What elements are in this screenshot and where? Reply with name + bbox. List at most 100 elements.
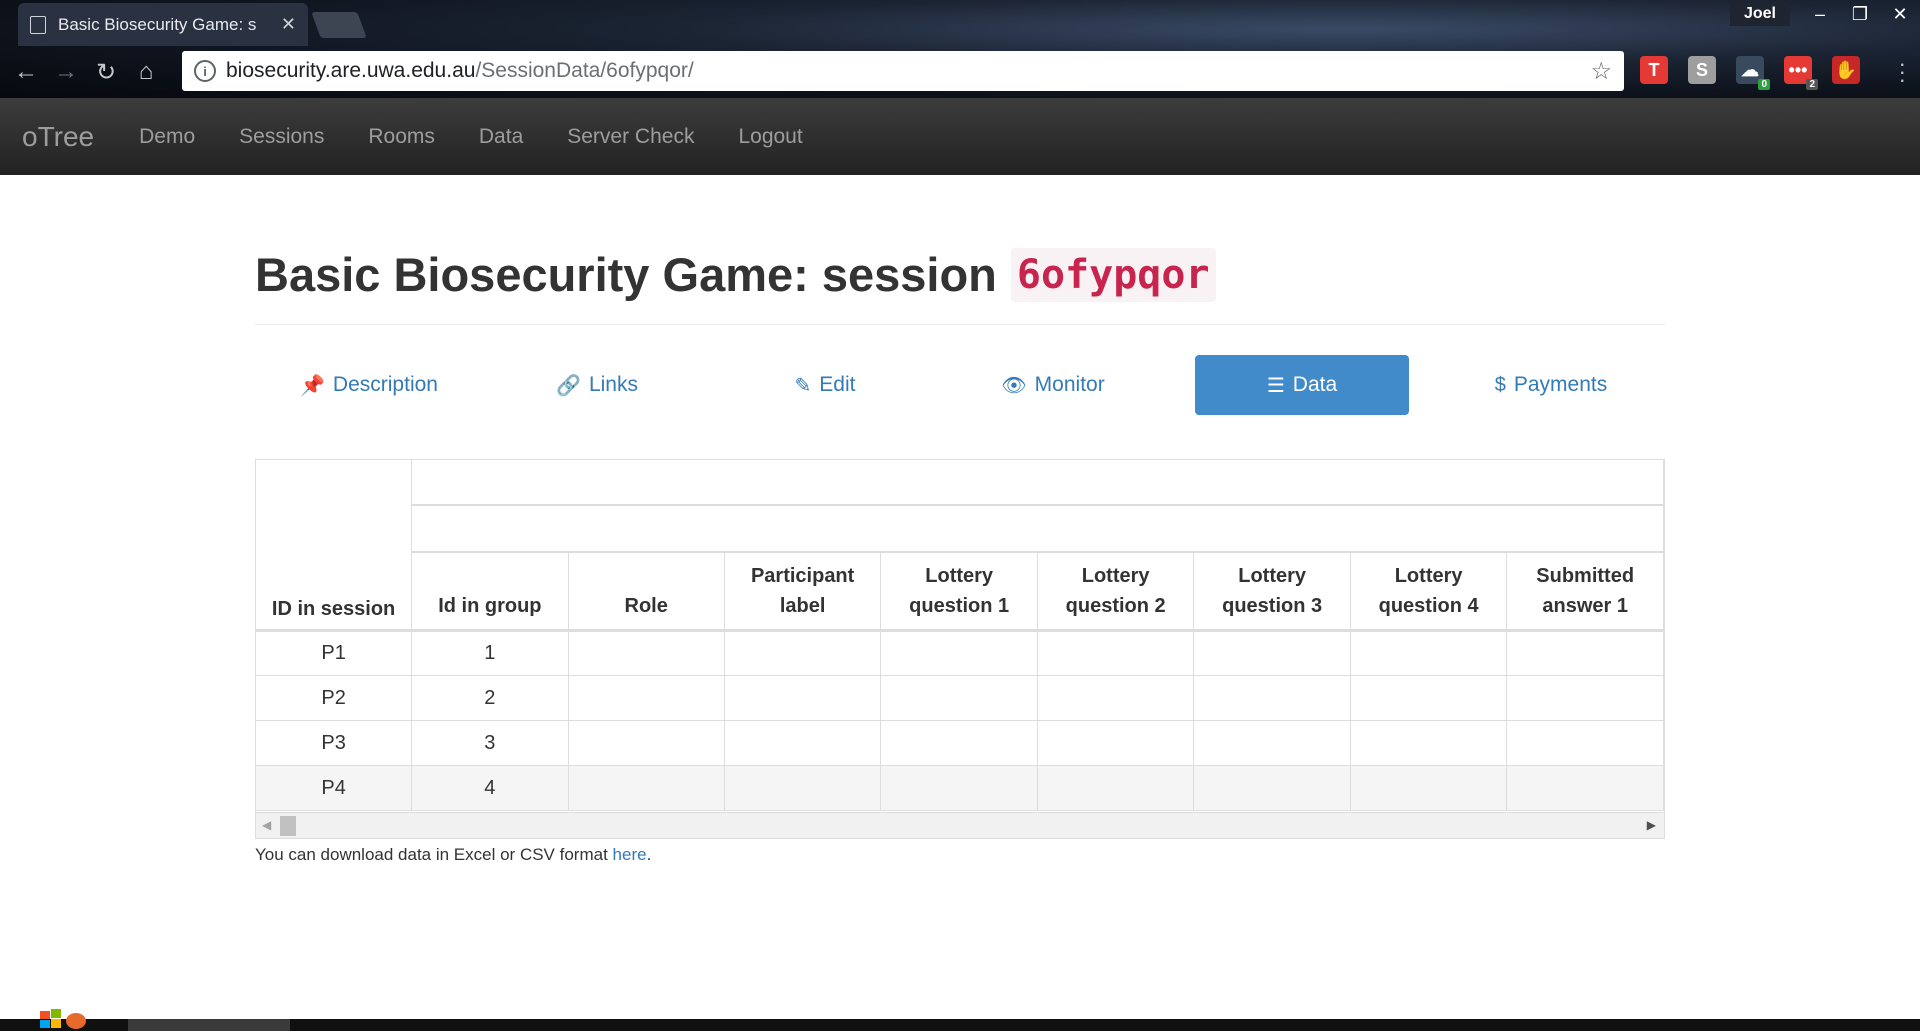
empty-cell	[568, 765, 725, 811]
tab-payments[interactable]: $ Payments	[1437, 355, 1665, 415]
data-table-container: ID in session Id in group Role Participant…	[255, 459, 1665, 839]
divider	[255, 324, 1665, 325]
column-header: Lottery question 2	[1037, 552, 1195, 632]
id-in-group-cell: 3	[411, 720, 569, 766]
nav-rooms[interactable]: Rooms	[368, 125, 435, 149]
otree-navbar: oTree Demo Sessions Rooms Data Server Ch…	[0, 98, 1920, 175]
empty-cell	[1037, 675, 1195, 721]
empty-cell	[724, 675, 882, 721]
info-icon[interactable]: i	[194, 60, 216, 82]
empty-cell	[1037, 720, 1195, 766]
empty-cell	[880, 720, 1038, 766]
nav-server-check[interactable]: Server Check	[567, 125, 694, 149]
column-header: Participant label	[724, 552, 882, 632]
empty-cell	[880, 630, 1038, 676]
participant-id-cell: P4	[256, 765, 413, 811]
empty-cell	[1506, 765, 1664, 811]
s-icon[interactable]: S	[1688, 56, 1716, 84]
minimize-icon[interactable]: –	[1800, 4, 1840, 25]
table-row: P3 3	[256, 720, 1664, 766]
cloud-icon[interactable]: ☁ 0	[1736, 56, 1770, 90]
tab-monitor[interactable]: 👁 Monitor	[939, 355, 1167, 415]
empty-cell	[568, 630, 725, 676]
extension-badge: 0	[1758, 79, 1770, 90]
id-in-group-cell: 4	[411, 765, 569, 811]
browser-toolbar: ← → ↻ ⌂ i biosecurity.are.uwa.edu.au/Ses…	[0, 46, 1920, 98]
id-in-group-cell: 2	[411, 675, 569, 721]
restore-icon[interactable]: ❐	[1840, 4, 1880, 25]
page-title: Basic Biosecurity Game: session 6ofypqor	[255, 247, 1665, 302]
scroll-thumb[interactable]	[280, 816, 296, 836]
brand-link[interactable]: oTree	[22, 121, 94, 153]
eye-icon: 👁	[1001, 374, 1027, 397]
download-note: You can download data in Excel or CSV fo…	[255, 845, 1665, 865]
scroll-right-icon[interactable]: ▶	[1647, 818, 1656, 832]
nav-sessions[interactable]: Sessions	[239, 125, 324, 149]
id-in-session-header: ID in session	[256, 460, 413, 632]
reload-icon[interactable]: ↻	[86, 58, 126, 87]
cloud-icon-glyph: ☁	[1741, 59, 1759, 80]
close-window-icon[interactable]: ✕	[1880, 4, 1920, 25]
horizontal-scrollbar[interactable]: ◀ ▶	[256, 812, 1664, 838]
empty-cell	[1506, 720, 1664, 766]
window-controls: Joel – ❐ ✕	[1729, 0, 1920, 28]
new-tab-button[interactable]	[311, 12, 367, 38]
empty-cell	[1193, 675, 1351, 721]
empty-cell	[1506, 630, 1664, 676]
header-spacer-1	[411, 460, 1664, 506]
dots-icon-glyph: •••	[1788, 59, 1808, 80]
adblock-icon[interactable]: ✋	[1832, 56, 1860, 84]
id-in-group-cell: 1	[411, 630, 569, 676]
list-icon: ☰	[1266, 374, 1285, 397]
home-icon[interactable]: ⌂	[126, 58, 166, 86]
scroll-left-icon[interactable]: ◀	[262, 818, 271, 832]
profile-button[interactable]: Joel	[1729, 2, 1790, 26]
column-header: Id in group	[411, 552, 569, 632]
back-icon[interactable]: ←	[6, 58, 46, 86]
column-header: Lottery question 4	[1350, 552, 1508, 632]
t-icon[interactable]: T	[1640, 56, 1668, 84]
table-row: P2 2	[256, 675, 1664, 721]
start-icon[interactable]	[36, 1005, 88, 1031]
empty-cell	[724, 720, 882, 766]
address-bar[interactable]: i biosecurity.are.uwa.edu.au/SessionData…	[182, 51, 1624, 91]
tab-data[interactable]: ☰ Data	[1195, 355, 1409, 415]
tab-description[interactable]: 📌 Description	[255, 355, 483, 415]
column-header: Lottery question 1	[880, 552, 1038, 632]
close-tab-icon[interactable]: ✕	[281, 14, 296, 35]
nav-data[interactable]: Data	[479, 125, 523, 149]
session-tabs: 📌 Description 🔗 Links ✎ Edit 👁 Monitor ☰ Data $ Pay…	[255, 355, 1665, 415]
table-row: P4 4	[256, 765, 1664, 811]
tab-bar: Basic Biosecurity Game: s ✕ Joel – ❐ ✕	[0, 0, 1920, 46]
tab-edit[interactable]: ✎ Edit	[711, 355, 939, 415]
download-link[interactable]: here	[613, 845, 647, 864]
tab-label: Data	[1292, 373, 1338, 396]
nav-logout[interactable]: Logout	[738, 125, 802, 149]
empty-cell	[1037, 630, 1195, 676]
participant-id-cell: P2	[256, 675, 413, 721]
dots-icon[interactable]: ••• 2	[1784, 56, 1818, 90]
empty-cell	[1506, 675, 1664, 721]
page-title-text: Basic Biosecurity Game: session	[255, 248, 997, 301]
browser-menu-icon[interactable]: · · ·	[1899, 53, 1906, 91]
empty-cell	[880, 765, 1038, 811]
table-row: P1 1	[256, 630, 1664, 676]
tab-label: Description	[332, 373, 438, 396]
empty-cell	[568, 720, 725, 766]
tab-label: Links	[588, 373, 638, 396]
data-table: ID in session Id in group Role Participant…	[256, 460, 1664, 811]
browser-tab[interactable]: Basic Biosecurity Game: s ✕	[18, 3, 308, 46]
empty-cell	[1193, 630, 1351, 676]
empty-cell	[1350, 630, 1508, 676]
tab-links[interactable]: 🔗 Links	[483, 355, 711, 415]
taskbar-browser-item[interactable]	[128, 1019, 290, 1031]
main-content: Basic Biosecurity Game: session 6ofypqor…	[255, 175, 1665, 865]
tab-title: Basic Biosecurity Game: s	[58, 14, 257, 34]
nav-demo[interactable]: Demo	[139, 125, 195, 149]
bookmark-star-icon[interactable]: ☆	[1590, 57, 1612, 86]
tab-label: Edit	[819, 373, 856, 396]
pencil-icon: ✎	[794, 374, 812, 397]
forward-icon[interactable]: →	[46, 58, 86, 86]
empty-cell	[724, 765, 882, 811]
extension-icons: T S ☁ 0 ••• 2 ✋	[1640, 56, 1860, 90]
